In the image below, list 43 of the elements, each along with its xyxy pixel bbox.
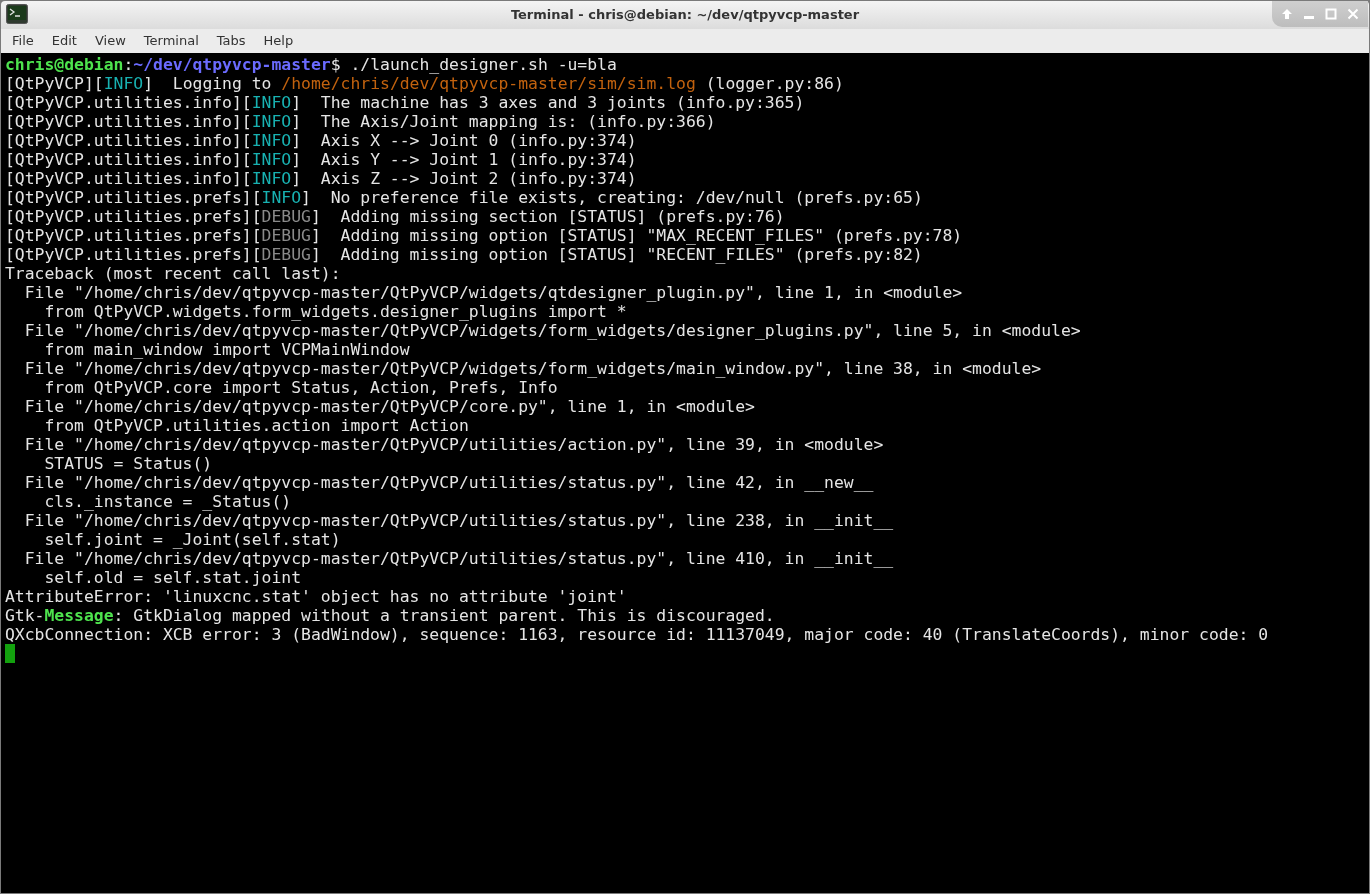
close-icon[interactable] (1347, 8, 1359, 20)
terminal-line: from QtPyVCP.widgets.form_widgets.designer_plugins import * (43, 302, 627, 321)
terminal-line: [QtPyVCP.utilities.info][INFO] Axis Z --> Joint 2 (info.py:374) (5, 169, 637, 188)
terminal-line: File "/home/chris/dev/qtpyvcp-master/QtPyVCP/utilities/status.py", line 410, in __init__ (23, 549, 894, 568)
cursor (5, 644, 15, 663)
terminal-line: File "/home/chris/dev/qtpyvcp-master/QtPyVCP/utilities/status.py", line 42, in __new__ (23, 473, 874, 492)
terminal-line: [QtPyVCP.utilities.info][INFO] The Axis/Joint mapping is: (info.py:366) (5, 112, 716, 131)
terminal-line: self.joint = _Joint(self.stat) (43, 530, 341, 549)
terminal-line: File "/home/chris/dev/qtpyvcp-master/QtPyVCP/widgets/form_widgets/designer_plugins.py", line 5, in <module> (23, 321, 1081, 340)
menu-item[interactable]: Help (255, 31, 302, 51)
terminal-line: cls._instance = _Status() (43, 492, 292, 511)
terminal-line: [QtPyVCP][INFO] Logging to /home/chris/dev/qtpyvcp-master/sim/sim.log (logger.py:86) (5, 74, 844, 93)
terminal-line: STATUS = Status() (43, 454, 213, 473)
terminal-line: AttributeError: 'linuxcnc.stat' object has no attribute 'joint' (5, 587, 627, 606)
terminal-line: [QtPyVCP.utilities.prefs][INFO] No preference file exists, creating: /dev/null (prefs.py:65) (5, 188, 923, 207)
terminal-line: Traceback (most recent call last): (5, 264, 341, 283)
terminal-line: Gtk-Message: GtkDialog mapped without a transient parent. This is discouraged. (5, 606, 775, 625)
terminal-line: QXcbConnection: XCB error: 3 (BadWindow), sequence: 1163, resource id: 11137049, major code: 40 (TranslateCoords), minor code: 0 (5, 625, 1269, 644)
menu-item[interactable]: Terminal (135, 31, 207, 51)
terminal-line: File "/home/chris/dev/qtpyvcp-master/QtPyVCP/utilities/action.py", line 39, in <module> (23, 435, 884, 454)
terminal-line: from main_window import VCPMainWindow (43, 340, 410, 359)
terminal-line: File "/home/chris/dev/qtpyvcp-master/QtPyVCP/utilities/status.py", line 238, in __init__ (23, 511, 894, 530)
terminal-icon (6, 4, 28, 24)
menu-item[interactable]: Tabs (208, 31, 254, 51)
arrow-up-icon[interactable] (1281, 8, 1293, 20)
menu-item[interactable]: View (86, 31, 134, 51)
terminal-line: chris@debian:~/dev/qtpyvcp-master$ ./launch_designer.sh -u=bla (5, 55, 617, 74)
terminal-line: File "/home/chris/dev/qtpyvcp-master/QtPyVCP/widgets/qtdesigner_plugin.py", line 1, in <module> (23, 283, 963, 302)
menu-item[interactable]: Edit (43, 31, 85, 51)
window-title: Terminal - chris@debian: ~/dev/qtpyvcp-master (510, 6, 860, 25)
terminal-line: File "/home/chris/dev/qtpyvcp-master/QtPyVCP/widgets/form_widgets/main_window.py", line 38, in <module> (23, 359, 1042, 378)
terminal-line: [QtPyVCP.utilities.prefs][DEBUG] Adding missing section [STATUS] (prefs.py:76) (5, 207, 785, 226)
terminal-line: [QtPyVCP.utilities.prefs][DEBUG] Adding missing option [STATUS] "MAX_RECENT_FILES" (prefs.py:78) (5, 226, 963, 245)
terminal-line: from QtPyVCP.core import Status, Action, Prefs, Info (43, 378, 558, 397)
terminal-line: [QtPyVCP.utilities.info][INFO] The machine has 3 axes and 3 joints (info.py:365) (5, 93, 805, 112)
terminal-line: [QtPyVCP.utilities.info][INFO] Axis X --> Joint 0 (info.py:374) (5, 131, 637, 150)
terminal-line: from QtPyVCP.utilities.action import Action (43, 416, 469, 435)
terminal-line: [QtPyVCP.utilities.prefs][DEBUG] Adding missing option [STATUS] "RECENT_FILES" (prefs.py:82) (5, 245, 923, 264)
maximize-icon[interactable] (1325, 8, 1337, 20)
terminal-line: File "/home/chris/dev/qtpyvcp-master/QtPyVCP/core.py", line 1, in <module> (23, 397, 755, 416)
terminal-line: [QtPyVCP.utilities.info][INFO] Axis Y --> Joint 1 (info.py:374) (5, 150, 637, 169)
terminal-line: self.old = self.stat.joint (43, 568, 302, 587)
menu-item[interactable]: File (4, 31, 42, 51)
